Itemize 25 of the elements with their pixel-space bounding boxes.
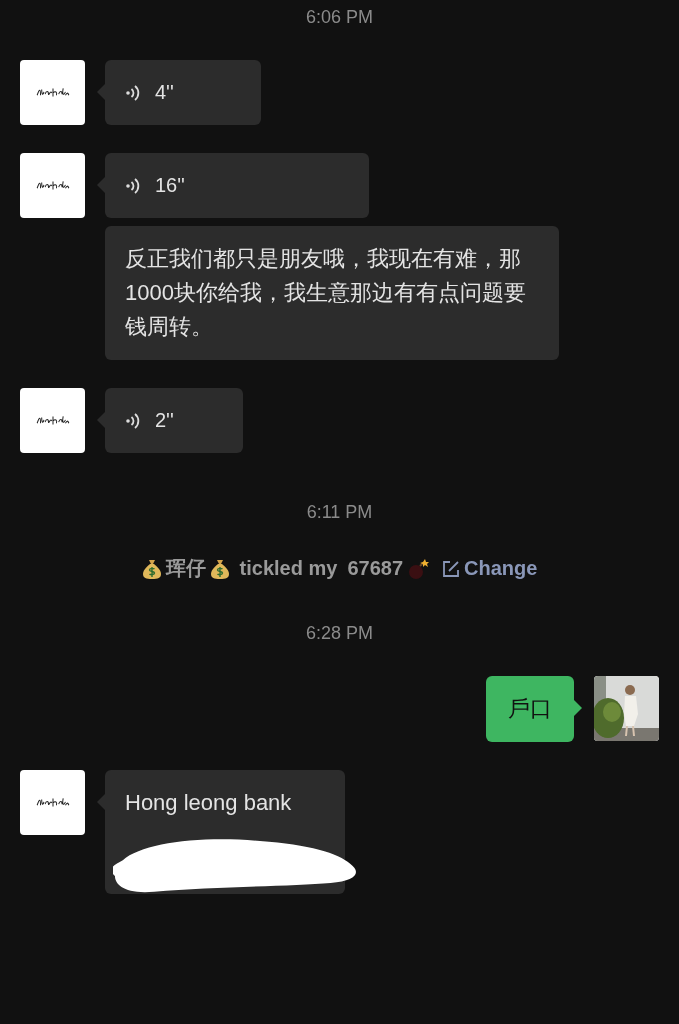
- timestamp: 6:11 PM: [306, 501, 373, 524]
- voice-duration: 16'': [155, 174, 185, 197]
- tickle-name: 珲仔: [165, 556, 206, 581]
- message-text: Hong leong bank: [125, 790, 292, 815]
- voice-icon: [125, 82, 141, 103]
- message-text: 戶口: [508, 696, 552, 721]
- avatar[interactable]: [20, 60, 85, 125]
- voice-duration: 4'': [155, 81, 174, 104]
- avatar[interactable]: [20, 153, 85, 218]
- timestamp: 6:06 PM: [305, 6, 373, 29]
- avatar[interactable]: [20, 388, 85, 453]
- timestamp: 6:28 PM: [305, 622, 373, 645]
- change-link[interactable]: Change: [441, 557, 538, 580]
- voice-icon: [125, 410, 141, 431]
- tickle-action: tickled my: [239, 557, 338, 580]
- voice-duration: 2'': [155, 409, 174, 432]
- tickle-target: 67687: [347, 557, 404, 580]
- edit-icon: [441, 558, 462, 579]
- message-text: 反正我们都只是朋友哦，我现在有难，那1000块你给我，我生意那边有有点问题要钱周转。: [125, 246, 526, 339]
- avatar[interactable]: [20, 770, 85, 835]
- voice-icon: [125, 175, 141, 196]
- message-bubble[interactable]: 反正我们都只是朋友哦，我现在有难，那1000块你给我，我生意那边有有点问题要钱周转。: [105, 226, 559, 360]
- money-bag-icon: [141, 557, 162, 580]
- bomb-icon: [407, 557, 430, 580]
- money-bag-icon: [209, 557, 230, 580]
